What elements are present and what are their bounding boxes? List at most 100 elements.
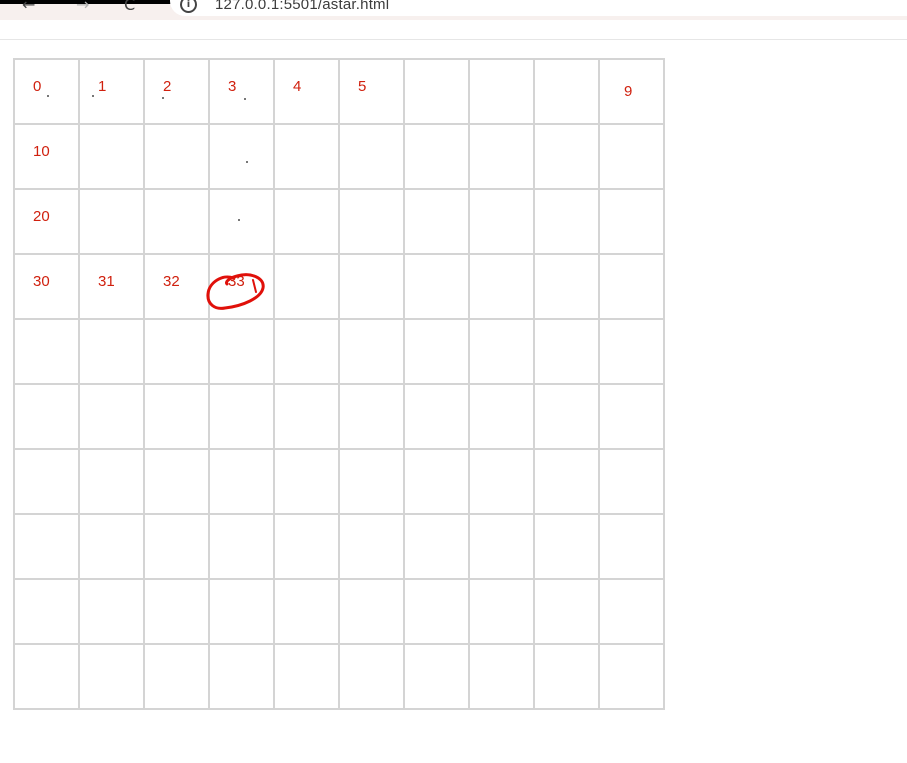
grid-cell[interactable] (535, 385, 600, 450)
grid-cell[interactable] (405, 515, 470, 580)
grid-cell[interactable] (405, 255, 470, 320)
grid-cell[interactable] (210, 385, 275, 450)
grid-cell[interactable] (535, 255, 600, 320)
grid-cell[interactable] (210, 190, 275, 255)
grid-cell[interactable]: 3 (210, 60, 275, 125)
grid-cell[interactable] (15, 645, 80, 710)
grid-cell[interactable] (405, 645, 470, 710)
grid-cell[interactable] (470, 190, 535, 255)
grid-cell[interactable] (405, 450, 470, 515)
grid-cell[interactable] (15, 515, 80, 580)
grid-cell[interactable] (600, 645, 665, 710)
grid-cell[interactable] (210, 515, 275, 580)
grid-cell[interactable]: 31 (80, 255, 145, 320)
grid-cell[interactable]: 30 (15, 255, 80, 320)
grid-cell[interactable] (600, 320, 665, 385)
grid-cell[interactable] (535, 515, 600, 580)
grid-cell[interactable] (15, 580, 80, 645)
grid-cell[interactable] (340, 385, 405, 450)
url-text[interactable]: 127.0.0.1:5501/astar.html (215, 0, 389, 15)
grid-cell[interactable] (470, 125, 535, 190)
grid-cell[interactable] (80, 645, 145, 710)
grid-cell[interactable] (405, 125, 470, 190)
forward-arrow-icon[interactable]: → (76, 0, 89, 15)
grid-cell[interactable] (15, 385, 80, 450)
grid-cell[interactable] (80, 580, 145, 645)
grid-cell[interactable] (210, 450, 275, 515)
grid-cell[interactable] (470, 255, 535, 320)
grid-cell[interactable] (405, 385, 470, 450)
grid-cell[interactable] (80, 515, 145, 580)
grid-cell[interactable] (340, 255, 405, 320)
grid-cell[interactable] (210, 320, 275, 385)
grid-cell[interactable] (15, 450, 80, 515)
grid-cell[interactable] (145, 580, 210, 645)
grid-cell[interactable]: 5 (340, 60, 405, 125)
grid-cell[interactable] (535, 320, 600, 385)
grid-cell[interactable]: 0 (15, 60, 80, 125)
grid-cell[interactable] (145, 450, 210, 515)
grid-cell[interactable] (15, 320, 80, 385)
grid-cell[interactable] (600, 515, 665, 580)
grid-cell[interactable] (275, 645, 340, 710)
grid-cell[interactable] (470, 645, 535, 710)
grid-cell[interactable] (340, 515, 405, 580)
grid-cell[interactable] (535, 450, 600, 515)
grid-cell[interactable] (210, 125, 275, 190)
grid-cell[interactable] (145, 645, 210, 710)
grid-cell[interactable] (145, 385, 210, 450)
grid-cell[interactable]: 2 (145, 60, 210, 125)
grid-cell[interactable] (80, 125, 145, 190)
grid-cell[interactable] (600, 125, 665, 190)
grid-cell[interactable] (470, 60, 535, 125)
grid-cell[interactable] (145, 320, 210, 385)
grid-cell[interactable] (210, 580, 275, 645)
grid-cell[interactable] (600, 580, 665, 645)
grid-cell[interactable] (340, 450, 405, 515)
grid-cell[interactable] (405, 190, 470, 255)
grid-cell[interactable] (535, 60, 600, 125)
grid-cell[interactable] (275, 125, 340, 190)
grid-cell[interactable] (80, 320, 145, 385)
grid-cell[interactable] (340, 645, 405, 710)
grid-cell[interactable] (600, 255, 665, 320)
grid-cell[interactable] (340, 320, 405, 385)
grid-cell[interactable] (470, 385, 535, 450)
grid-cell[interactable] (470, 515, 535, 580)
grid-cell[interactable] (600, 190, 665, 255)
grid-cell[interactable] (275, 255, 340, 320)
back-arrow-icon[interactable]: ← (22, 0, 35, 15)
grid-cell[interactable] (80, 385, 145, 450)
grid-cell[interactable] (275, 320, 340, 385)
grid-cell[interactable] (535, 125, 600, 190)
grid-cell[interactable] (470, 450, 535, 515)
grid-cell[interactable]: 10 (15, 125, 80, 190)
grid-cell[interactable] (275, 450, 340, 515)
grid-cell[interactable]: 4 (275, 60, 340, 125)
grid-cell[interactable] (340, 190, 405, 255)
grid-cell[interactable] (210, 645, 275, 710)
grid-cell[interactable] (405, 320, 470, 385)
grid-cell[interactable] (600, 385, 665, 450)
grid-cell[interactable]: 9 (600, 60, 665, 125)
grid-cell[interactable] (470, 320, 535, 385)
grid-cell[interactable] (470, 580, 535, 645)
grid-cell[interactable] (405, 580, 470, 645)
grid-cell[interactable] (405, 60, 470, 125)
grid-cell[interactable] (340, 580, 405, 645)
grid-cell[interactable] (275, 515, 340, 580)
grid-cell[interactable]: 20 (15, 190, 80, 255)
grid-cell[interactable] (600, 450, 665, 515)
grid-cell[interactable] (145, 190, 210, 255)
grid-cell[interactable]: 1 (80, 60, 145, 125)
grid-cell[interactable] (80, 450, 145, 515)
grid-cell[interactable] (275, 190, 340, 255)
grid-cell[interactable] (340, 125, 405, 190)
grid-cell[interactable] (535, 580, 600, 645)
grid-cell[interactable] (145, 125, 210, 190)
grid-cell[interactable]: 32 (145, 255, 210, 320)
grid-cell[interactable] (80, 190, 145, 255)
grid-cell[interactable] (535, 645, 600, 710)
grid-cell[interactable] (145, 515, 210, 580)
grid-cell[interactable] (275, 580, 340, 645)
